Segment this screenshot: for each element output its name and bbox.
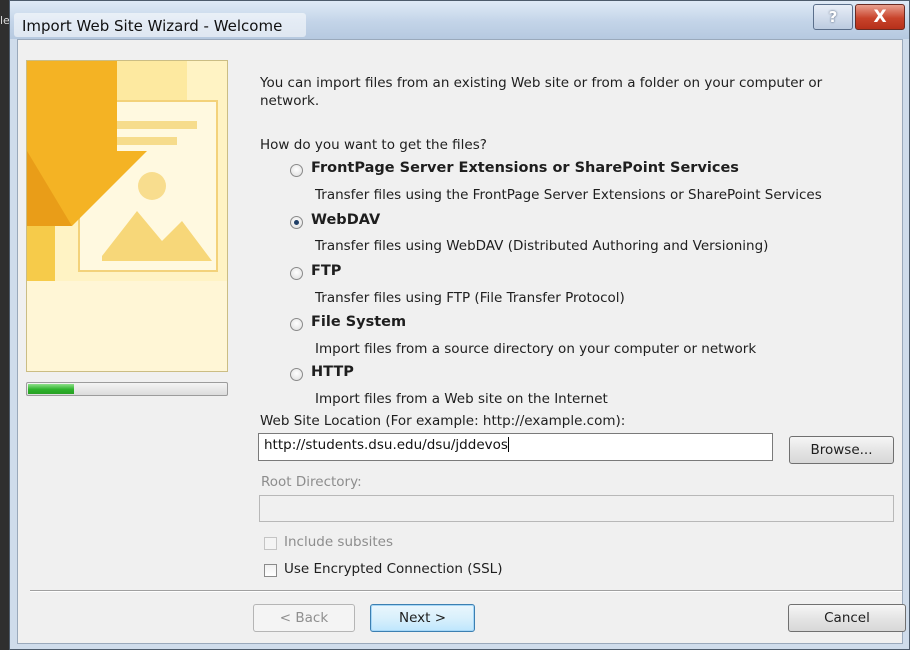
footer-separator bbox=[30, 590, 902, 592]
back-button[interactable]: < Back bbox=[253, 604, 355, 632]
progress-fill bbox=[28, 384, 74, 394]
option-description-ftp: Transfer files using FTP (File Transfer … bbox=[315, 290, 625, 306]
root-directory-label: Root Directory: bbox=[261, 474, 362, 490]
title-bar[interactable]: Import Web Site Wizard - Welcome ? X bbox=[10, 1, 909, 39]
location-value: http://students.dsu.edu/dsu/jddevos bbox=[264, 437, 508, 453]
ssl-checkbox[interactable] bbox=[264, 564, 277, 577]
next-button[interactable]: Next > bbox=[370, 604, 475, 632]
wizard-progress-bar bbox=[26, 382, 228, 396]
close-button[interactable]: X bbox=[855, 4, 905, 30]
radio-frontpage[interactable] bbox=[290, 164, 303, 177]
help-button[interactable]: ? bbox=[813, 4, 853, 30]
wizard-illustration bbox=[26, 60, 228, 372]
radio-http[interactable] bbox=[290, 368, 303, 381]
option-label-file-system[interactable]: File System bbox=[311, 314, 406, 330]
location-input[interactable]: http://students.dsu.edu/dsu/jddevos bbox=[258, 433, 773, 461]
option-description-http: Import files from a Web site on the Inte… bbox=[315, 391, 608, 407]
browse-button[interactable]: Browse... bbox=[789, 436, 894, 464]
cancel-button[interactable]: Cancel bbox=[788, 604, 906, 632]
option-label-frontpage[interactable]: FrontPage Server Extensions or SharePoin… bbox=[311, 160, 739, 176]
include-subsites-label: Include subsites bbox=[284, 534, 394, 550]
question-label: How do you want to get the files? bbox=[260, 137, 487, 153]
ssl-label: Use Encrypted Connection (SSL) bbox=[284, 561, 503, 577]
radio-file-system[interactable] bbox=[290, 318, 303, 331]
option-description-file-system: Import files from a source directory on … bbox=[315, 341, 757, 357]
text-caret bbox=[507, 437, 509, 452]
option-label-http[interactable]: HTTP bbox=[311, 364, 354, 380]
location-label: Web Site Location (For example: http://e… bbox=[260, 413, 626, 429]
include-subsites-checkbox[interactable] bbox=[264, 537, 277, 550]
intro-text-line-2: network. bbox=[260, 93, 320, 109]
option-description-webdav: Transfer files using WebDAV (Distributed… bbox=[315, 238, 769, 254]
option-label-webdav[interactable]: WebDAV bbox=[311, 212, 380, 228]
radio-webdav[interactable] bbox=[290, 216, 303, 229]
window-title: Import Web Site Wizard - Welcome bbox=[22, 17, 283, 35]
intro-text-line-1: You can import files from an existing We… bbox=[260, 75, 823, 91]
option-description-frontpage: Transfer files using the FrontPage Serve… bbox=[315, 187, 822, 203]
import-arrow-illustration bbox=[27, 61, 227, 371]
root-directory-input[interactable] bbox=[259, 495, 894, 522]
radio-ftp[interactable] bbox=[290, 267, 303, 280]
option-label-ftp[interactable]: FTP bbox=[311, 263, 341, 279]
